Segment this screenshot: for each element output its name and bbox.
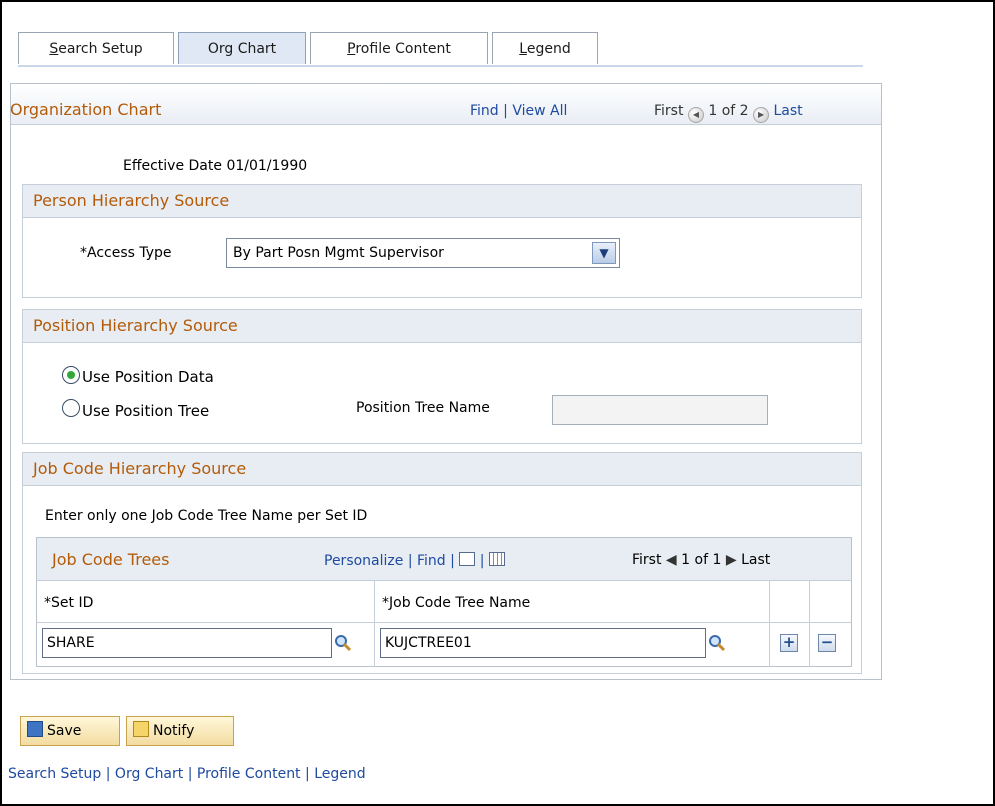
grid-col-divider <box>809 580 810 667</box>
last-link[interactable]: Last <box>774 103 803 119</box>
delete-row-button[interactable]: − <box>818 634 836 652</box>
prev-arrow-icon[interactable]: ◀ <box>687 107 704 123</box>
set-id-input[interactable]: SHARE <box>42 628 332 658</box>
footer-link-search-setup[interactable]: Search Setup <box>8 766 101 782</box>
job-code-tree-name-input[interactable]: KUJCTREE01 <box>380 628 706 658</box>
download-view-icon[interactable] <box>459 552 476 566</box>
search-icon[interactable] <box>708 634 726 652</box>
job-code-trees-title: Job Code Trees <box>52 550 170 569</box>
next-arrow-icon[interactable]: ▶ <box>726 552 737 568</box>
org-chart-nav: Find | View All <box>470 103 568 119</box>
set-id-column-header: *Set ID <box>44 595 94 611</box>
footer-link-legend[interactable]: Legend <box>314 766 365 782</box>
chevron-down-icon[interactable]: ▼ <box>592 242 616 264</box>
job-code-grid-pager: First ◀ 1 of 1 ▶ Last <box>632 552 770 568</box>
organization-chart-title: Organization Chart <box>10 100 162 119</box>
save-icon <box>27 721 43 737</box>
position-tree-name-label: Position Tree Name <box>356 400 490 416</box>
tab-legend[interactable]: Legend <box>492 32 598 64</box>
job-code-tree-column-header: *Job Code Tree Name <box>382 595 531 611</box>
use-position-tree-label: Use Position Tree <box>82 402 210 420</box>
search-icon[interactable] <box>334 634 352 652</box>
job-code-grid-tools: Personalize | Find | | <box>324 552 505 569</box>
first-label: First <box>654 103 684 119</box>
use-position-tree-radio[interactable] <box>62 399 80 417</box>
footer-link-profile-content[interactable]: Profile Content <box>197 766 301 782</box>
find-link-grid[interactable]: Find <box>417 553 446 569</box>
access-type-select[interactable]: By Part Posn Mgmt Supervisor ▼ <box>226 238 620 268</box>
effective-date-value: 01/01/1990 <box>226 158 308 174</box>
grid-col-divider <box>374 580 375 667</box>
tab-search-setup[interactable]: Search Setup <box>18 32 174 64</box>
footer-link-org-chart[interactable]: Org Chart <box>115 766 183 782</box>
access-type-label: *Access Type <box>80 245 172 261</box>
effective-date-label: Effective Date <box>123 158 222 174</box>
notify-icon <box>133 721 149 737</box>
tab-org-chart[interactable]: Org Chart <box>178 32 306 64</box>
footer-links: Search Setup | Org Chart | Profile Conte… <box>8 766 366 782</box>
job-code-instruction: Enter only one Job Code Tree Name per Se… <box>45 508 368 524</box>
use-position-data-radio[interactable] <box>62 366 80 384</box>
save-button[interactable]: Save <box>20 716 120 746</box>
effective-date: Effective Date 01/01/1990 <box>123 158 307 174</box>
next-arrow-icon[interactable]: ▶ <box>753 107 770 123</box>
find-link[interactable]: Find <box>470 103 499 119</box>
grid-col-divider <box>769 580 770 667</box>
last-label: Last <box>741 552 771 568</box>
personalize-link[interactable]: Personalize <box>324 553 403 569</box>
tab-profile-content[interactable]: Profile Content <box>310 32 488 64</box>
notify-button[interactable]: Notify <box>126 716 234 746</box>
position-tree-name-input[interactable] <box>552 395 768 425</box>
person-hierarchy-title: Person Hierarchy Source <box>23 185 861 218</box>
page-status: 1 of 1 <box>681 552 722 568</box>
excel-download-icon[interactable] <box>488 552 505 566</box>
org-chart-pager: First ◀ 1 of 2 ▶ Last <box>654 103 803 123</box>
view-all-link[interactable]: View All <box>512 103 567 119</box>
add-row-button[interactable]: + <box>780 634 798 652</box>
job-code-hierarchy-title: Job Code Hierarchy Source <box>23 453 861 486</box>
prev-arrow-icon[interactable]: ◀ <box>666 552 677 568</box>
use-position-data-label: Use Position Data <box>82 368 214 386</box>
access-type-value: By Part Posn Mgmt Supervisor <box>233 245 444 261</box>
page-status: 1 of 2 <box>708 103 749 119</box>
first-label: First <box>632 552 662 568</box>
position-hierarchy-title: Position Hierarchy Source <box>23 310 861 343</box>
tab-underline <box>18 65 863 67</box>
